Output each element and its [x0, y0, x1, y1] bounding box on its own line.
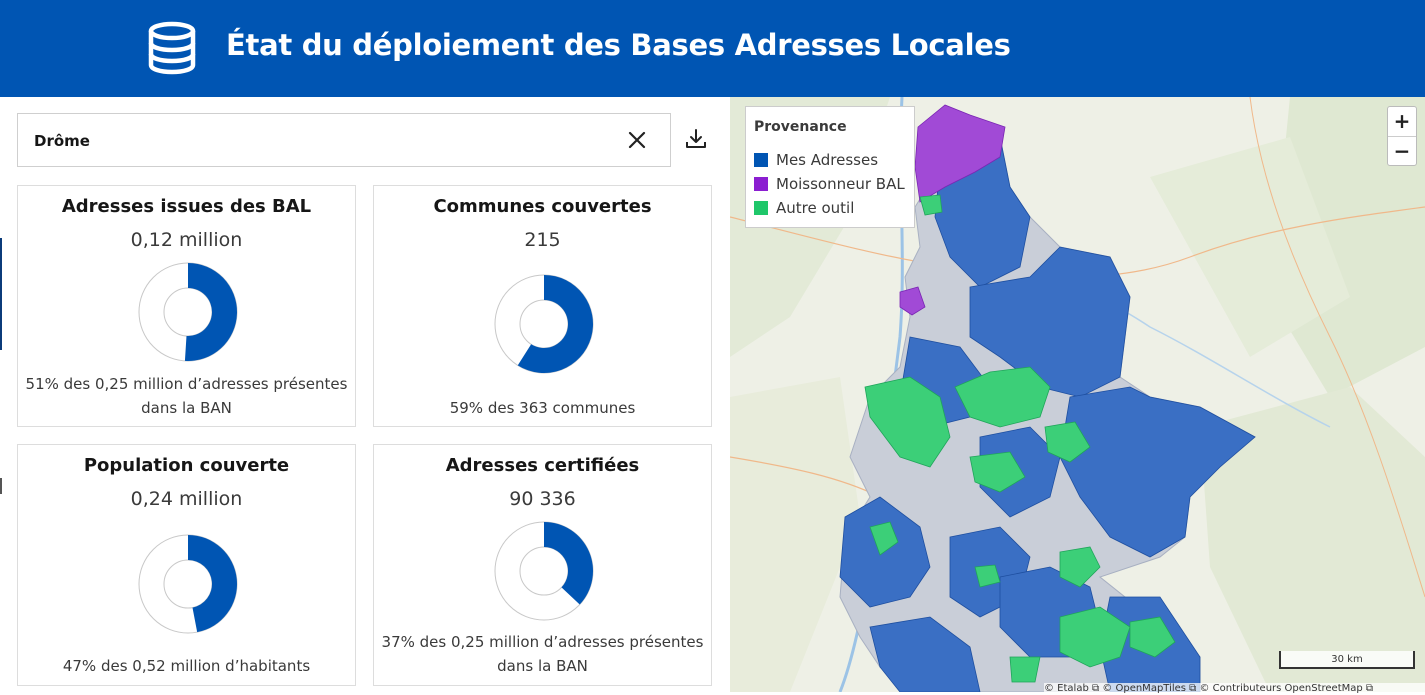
card-adresses-certifiees: Adresses certifiées 90 336 37% des 0,25 … [373, 444, 712, 686]
zoom-control: + − [1387, 106, 1417, 166]
donut-inner-outline [519, 299, 569, 349]
card-description: 51% des 0,25 million d’adresses présente… [25, 375, 348, 417]
card-title: Communes couvertes [433, 196, 652, 217]
card-communes-couvertes: Communes couvertes 215 59% des 363 commu… [373, 185, 712, 427]
donut-inner-outline [519, 546, 569, 596]
donut-covered-segment [188, 535, 237, 633]
legend-label: Autre outil [776, 199, 855, 217]
legend-title: Provenance [754, 119, 847, 135]
territory-search-input[interactable]: Drôme [17, 113, 671, 167]
donut-covered-segment [544, 522, 593, 605]
legend-label: Moissonneur BAL [776, 175, 905, 193]
card-population-couverte: Population couverte 0,24 million 47% des… [17, 444, 356, 686]
donut-chart [138, 262, 238, 362]
search-value: Drôme [34, 132, 90, 150]
legend-item-autre-outil: Autre outil [754, 199, 854, 217]
map-scale: 30 km [1279, 651, 1415, 669]
side-tab-indicator [0, 238, 2, 350]
close-icon[interactable] [626, 129, 648, 151]
donut-inner-outline [163, 287, 213, 337]
side-tab-marker [0, 478, 2, 494]
card-description: 59% des 363 communes [449, 399, 636, 417]
zoom-out-button[interactable]: − [1388, 137, 1416, 166]
legend-item-moissonneur-bal: Moissonneur BAL [754, 175, 905, 193]
map-attribution[interactable]: © Etalab ⧉ © OpenMapTiles ⧉ © Contribute… [1044, 683, 1425, 695]
legend-swatch [754, 201, 768, 215]
legend-swatch [754, 153, 768, 167]
card-value: 215 [524, 229, 561, 251]
donut-inner-outline [163, 559, 213, 609]
donut-chart [138, 534, 238, 634]
card-title: Adresses certifiées [445, 455, 640, 476]
legend-item-mes-adresses: Mes Adresses [754, 151, 878, 169]
download-icon[interactable] [684, 127, 708, 151]
card-description: 37% des 0,25 million d’adresses présente… [381, 633, 704, 675]
legend-label: Mes Adresses [776, 151, 879, 169]
database-icon [148, 21, 196, 75]
card-description: 47% des 0,52 million d’habitants [62, 657, 311, 675]
zoom-in-button[interactable]: + [1388, 107, 1416, 137]
card-title: Population couverte [83, 455, 290, 476]
card-title: Adresses issues des BAL [61, 196, 312, 217]
card-value: 90 336 [509, 488, 576, 510]
header-bar: État du déploiement des Bases Adresses L… [0, 0, 1425, 97]
card-adresses-bal: Adresses issues des BAL 0,12 million 51%… [17, 185, 356, 427]
card-value: 0,24 million [130, 488, 243, 510]
card-value: 0,12 million [130, 229, 243, 251]
donut-chart [494, 274, 594, 374]
donut-covered-segment [184, 263, 237, 361]
page-title: État du déploiement des Bases Adresses L… [226, 28, 1011, 62]
map-legend: Provenance Mes Adresses Moissonneur BAL … [745, 106, 915, 228]
legend-swatch [754, 177, 768, 191]
donut-chart [494, 521, 594, 621]
